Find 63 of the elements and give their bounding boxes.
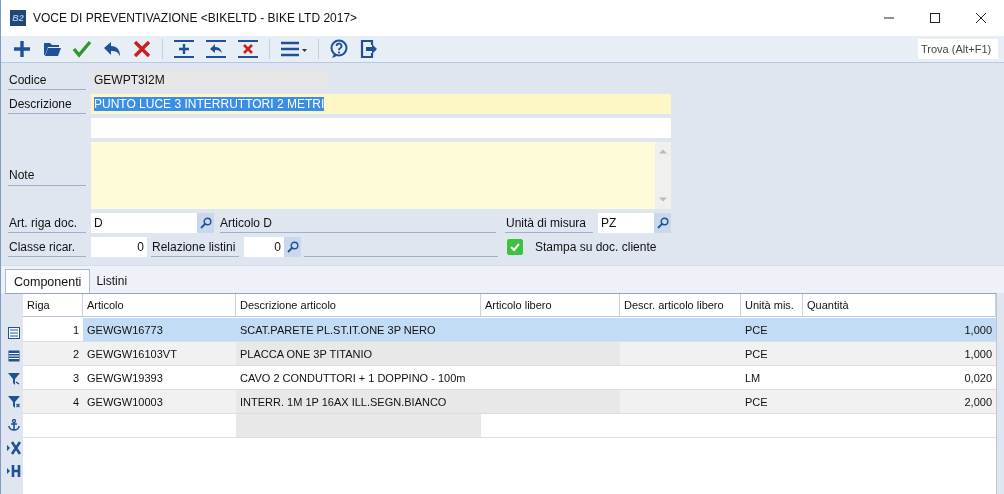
search-icon[interactable] [284, 237, 301, 257]
search-icon[interactable] [197, 213, 214, 233]
table-icon[interactable] [8, 349, 20, 363]
field-label: Codice [8, 70, 86, 90]
checkbox-label: Stampa su doc. cliente [535, 239, 657, 256]
anchor-icon[interactable] [8, 418, 20, 432]
checkmark-icon[interactable] [72, 39, 92, 59]
article-description: Articolo D [220, 213, 496, 233]
field-label: Relazione listini [151, 237, 239, 257]
table-cell: GEWGW16103VT [83, 342, 236, 366]
filter-icon[interactable] [8, 395, 20, 409]
table-cell: PCE [741, 318, 803, 342]
app-logo: B2 [10, 10, 26, 26]
table-cell: PCE [741, 342, 803, 366]
row-add-icon[interactable] [173, 39, 195, 59]
field-label: Classe ricar. [8, 237, 86, 257]
input-field[interactable]: D [91, 213, 197, 233]
table-cell: 2 [23, 342, 83, 366]
input-field[interactable]: GEWPT3I2M [91, 70, 329, 90]
table-cell: GEWGW10003 [83, 390, 236, 414]
column-header[interactable]: Articolo [83, 294, 236, 317]
column-header[interactable]: Descr. articolo libero [620, 294, 741, 317]
table-cell: 2,000 [803, 390, 996, 414]
scrollbar[interactable] [655, 142, 671, 209]
tab[interactable]: Componenti [5, 269, 91, 293]
tab[interactable]: Listini [90, 269, 134, 293]
column-header[interactable]: Descrizione articolo [236, 294, 481, 317]
field-label: Art. riga doc. [8, 213, 86, 233]
input-field[interactable] [91, 118, 671, 138]
column-header[interactable]: Quantità [803, 294, 996, 317]
help-icon[interactable] [329, 39, 349, 59]
arrow-cross-icon[interactable] [7, 441, 21, 455]
table-cell: INTERR. 1M 1P 16AX ILL.SEGN.BIANCO [236, 390, 481, 414]
table-cell: SCAT.PARETE PL.ST.IT.ONE 3P NERO [236, 318, 481, 342]
field-label: Note [8, 165, 86, 186]
input-field[interactable]: 0 [244, 237, 284, 257]
table-cell: 1,000 [803, 318, 996, 342]
exit-door-icon[interactable] [359, 39, 379, 59]
column-header[interactable]: Riga [23, 294, 83, 317]
input-field[interactable]: 0 [91, 237, 147, 257]
list-icon[interactable] [8, 326, 20, 340]
row-delete-icon[interactable] [237, 39, 259, 59]
table-cell: PLACCA ONE 3P TITANIO [236, 342, 481, 366]
search-field[interactable]: Trova (Alt+F1) [918, 39, 998, 59]
search-icon[interactable] [654, 213, 671, 233]
plus-icon[interactable] [12, 39, 32, 59]
field-label: Unità di misura [505, 213, 593, 233]
column-header[interactable]: Unità mis. [741, 294, 803, 317]
field-label: Descrizione [8, 94, 86, 114]
input-field[interactable]: PZ [598, 213, 654, 233]
checkbox[interactable] [507, 239, 523, 255]
table-cell: PCE [741, 390, 803, 414]
column-header[interactable]: Articolo libero [481, 294, 620, 317]
arrow-bars-icon[interactable] [7, 464, 21, 478]
table-cell: GEWGW16773 [83, 318, 236, 342]
note-field[interactable] [91, 142, 671, 209]
table-cell: 4 [23, 390, 83, 414]
window-title: VOCE DI PREVENTIVAZIONE <BIKELTD - BIKE LTD 2017> [33, 11, 358, 25]
row-undo-icon[interactable] [205, 39, 227, 59]
table-cell: 1,000 [803, 342, 996, 366]
delete-icon[interactable] [132, 39, 152, 59]
menu-icon[interactable] [280, 39, 308, 59]
filter-icon[interactable] [8, 372, 20, 386]
